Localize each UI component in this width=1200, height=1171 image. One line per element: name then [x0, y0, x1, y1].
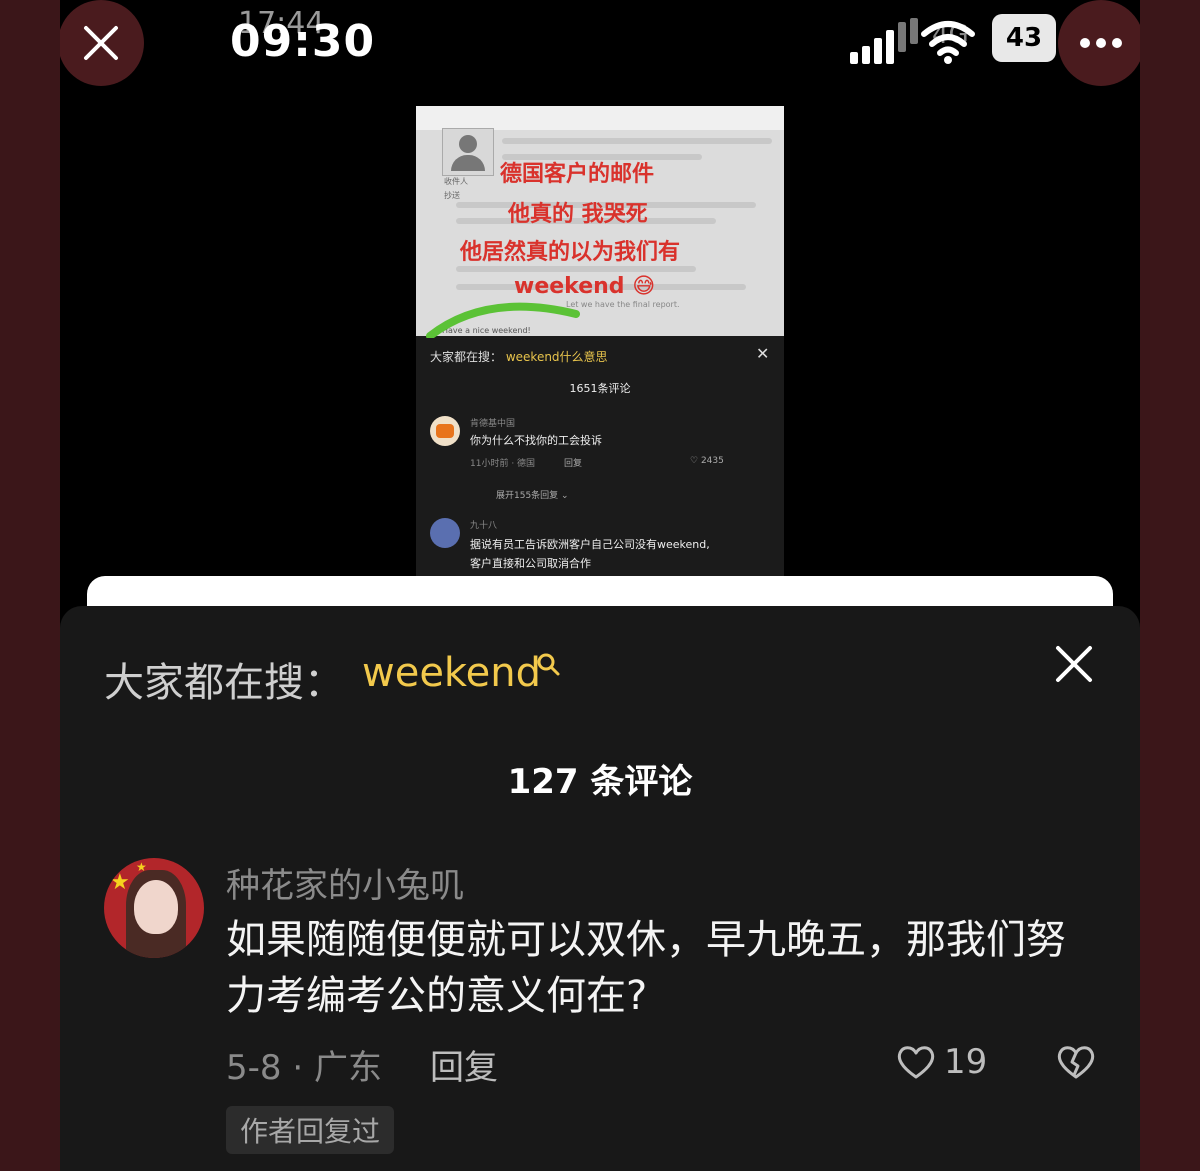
broken-heart-icon[interactable] — [1056, 1044, 1096, 1080]
sender-avatar-icon — [442, 128, 494, 176]
embedded-screenshot: 收件人 抄送 德国客户的邮件 他真的 我哭死 他居然真的以为我们有 weeken… — [416, 106, 784, 576]
inner-search-bar: 大家都在搜： weekend什么意思 — [430, 348, 608, 365]
phone-screen: 17:44 09:30 4G 43 收件人 抄送 德国客户的邮件 他真的 我哭死… — [60, 0, 1140, 1171]
more-button[interactable] — [1058, 0, 1140, 86]
more-icon — [1080, 38, 1122, 48]
email-toolbar — [416, 106, 784, 130]
overlay-line-2: 他真的 我哭死 — [508, 202, 648, 227]
close-icon[interactable] — [1054, 644, 1094, 684]
comment-panel: 大家都在搜： weekend 127 条评论 ★ ★ 种花家的小兔叽 如果随随便… — [60, 606, 1140, 1171]
inner-expand-replies: 展开155条回复 ⌄ — [496, 491, 569, 501]
close-button[interactable] — [60, 0, 144, 86]
comment-text: 如果随随便便就可以双休，早九晚五，那我们努力考编考公的意义何在? — [226, 917, 1066, 1019]
overlay-line-3: 他居然真的以为我们有 — [460, 240, 681, 265]
close-icon — [84, 26, 118, 60]
heart-icon[interactable] — [896, 1044, 936, 1080]
inner-comment1-meta: 11小时前 · 德国 — [470, 459, 536, 469]
comment-username[interactable]: 种花家的小兔叽 — [226, 858, 464, 907]
inner-search-keyword: weekend什么意思 — [505, 350, 608, 364]
inner-comment-count: 1651条评论 — [569, 382, 631, 395]
search-keyword-link[interactable]: weekend — [362, 650, 541, 696]
inner-comment1-likes: ♡ 2435 — [690, 456, 724, 466]
battery-indicator: 43 — [992, 14, 1056, 62]
inner-comment2-line2: 客户直接和公司取消合作 — [470, 557, 591, 570]
frame-left — [0, 0, 60, 1171]
avatar[interactable]: ★ ★ — [104, 858, 204, 958]
frame-right — [1140, 0, 1200, 1171]
email-recipient-label: 收件人 — [444, 177, 468, 186]
comment-count: 127 条评论 — [507, 762, 693, 802]
status-time: 09:30 — [230, 16, 376, 67]
green-arrow-icon — [426, 302, 580, 338]
kfc-avatar — [430, 416, 460, 446]
inner-comment1-reply: 回复 — [564, 459, 583, 469]
search-icon[interactable] — [536, 652, 562, 678]
inner-comment1-user: 肯德基中国 — [470, 419, 516, 429]
search-prefix: 大家都在搜： — [104, 660, 344, 706]
wifi-icon — [921, 21, 975, 64]
like-count: 19 — [944, 1042, 988, 1082]
inner-comment2-user: 九十八 — [470, 521, 498, 531]
inner-comment1-text: 你为什么不找你的工会投诉 — [470, 434, 602, 447]
inner-search-prefix: 大家都在搜： — [430, 350, 503, 364]
user98-avatar — [430, 518, 460, 548]
inner-close-icon: ✕ — [756, 344, 770, 363]
comment-meta: 5-8 · 广东 — [226, 1048, 382, 1088]
overlay-line-4: weekend 😅 — [514, 274, 656, 299]
reply-button[interactable]: 回复 — [430, 1040, 498, 1089]
author-replied-badge: 作者回复过 — [226, 1106, 395, 1154]
overlay-line-1: 德国客户的邮件 — [500, 162, 655, 187]
email-image: 收件人 抄送 德国客户的邮件 他真的 我哭死 他居然真的以为我们有 weeken… — [416, 106, 784, 338]
email-cc-label: 抄送 — [444, 191, 460, 200]
inner-comment2-line1: 据说有员工告诉欧洲客户自己公司没有weekend, — [470, 538, 710, 551]
